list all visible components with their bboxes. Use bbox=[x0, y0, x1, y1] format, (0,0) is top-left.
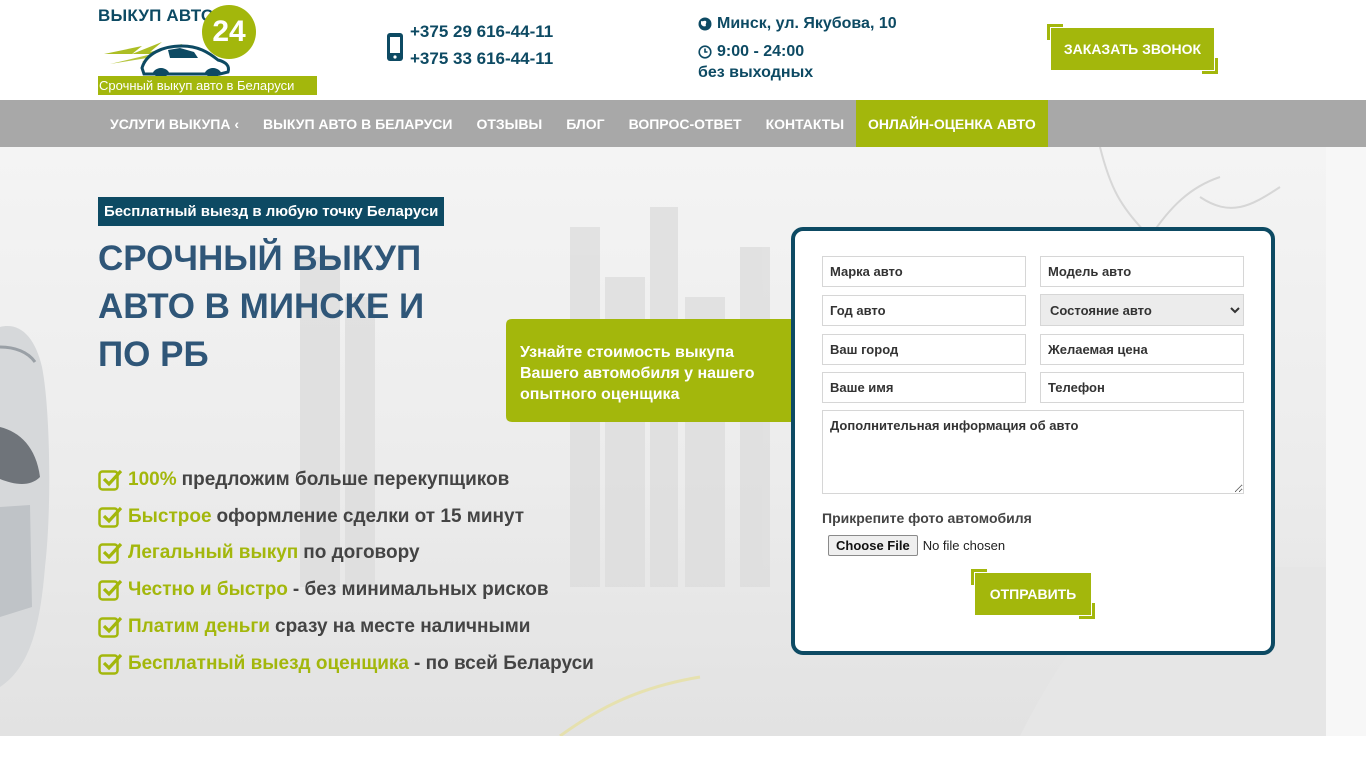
submit-corner-decoration bbox=[1079, 603, 1095, 619]
feature-text: по договору bbox=[303, 542, 420, 563]
car-logo-icon bbox=[104, 42, 230, 80]
city-input[interactable] bbox=[822, 334, 1026, 365]
callout-text: Узнайте стоимость выкупа Вашего автомоби… bbox=[520, 344, 755, 403]
car-model-input[interactable] bbox=[1040, 256, 1244, 287]
nav-item-blog[interactable]: БЛОГ bbox=[554, 100, 616, 147]
submit-button[interactable]: ОТПРАВИТЬ bbox=[975, 573, 1091, 615]
feature-item: Бесплатный выезд оценщика - по всей Бела… bbox=[98, 649, 594, 679]
address-row: Минск, ул. Якубова, 10 bbox=[698, 15, 897, 33]
nav-item-reviews[interactable]: ОТЗЫВЫ bbox=[464, 100, 554, 147]
nav-item-services[interactable]: УСЛУГИ ВЫКУПА ‹ bbox=[98, 100, 251, 147]
free-departure-badge: Бесплатный выезд в любую точку Беларуси bbox=[98, 197, 445, 226]
check-square-icon bbox=[98, 616, 123, 638]
car-year-input[interactable] bbox=[822, 295, 1026, 326]
check-square-icon bbox=[98, 579, 123, 601]
callback-corner-decoration bbox=[1202, 58, 1218, 74]
valuation-form: Состояние авто Прикрепите фото автомобил… bbox=[791, 227, 1275, 655]
site-logo[interactable]: ВЫКУП АВТО 24 Срочный выкуп авто в Белар… bbox=[98, 4, 318, 96]
name-input[interactable] bbox=[822, 372, 1026, 403]
car-brand-input[interactable] bbox=[822, 256, 1026, 287]
additional-info-textarea[interactable] bbox=[822, 410, 1244, 494]
hero-section: Бесплатный выезд в любую точку Беларуси … bbox=[0, 147, 1366, 736]
feature-highlight: Честно и быстро bbox=[128, 579, 288, 600]
clock-icon bbox=[698, 45, 712, 59]
days-text: без выходных bbox=[698, 64, 814, 81]
car-condition-select[interactable]: Состояние авто bbox=[1040, 294, 1244, 326]
feature-text: - по всей Беларуси bbox=[414, 653, 594, 674]
feature-highlight: Легальный выкуп bbox=[128, 542, 299, 563]
hours-text: 9:00 - 24:00 bbox=[717, 43, 805, 60]
file-status-text: No file chosen bbox=[922, 538, 1006, 553]
logo-title: ВЫКУП АВТО bbox=[98, 6, 215, 25]
hero-title: СРОЧНЫЙ ВЫКУП АВТО В МИНСКЕ И ПО РБ bbox=[98, 239, 425, 374]
globe-icon bbox=[698, 17, 712, 31]
address-text: Минск, ул. Якубова, 10 bbox=[717, 15, 897, 32]
check-square-icon bbox=[98, 542, 123, 564]
feature-item: 100% предложим больше перекупщиков bbox=[98, 465, 509, 495]
feature-text: оформление сделки от 15 минут bbox=[216, 506, 525, 527]
feature-highlight: Бесплатный выезд оценщика bbox=[128, 653, 409, 674]
check-square-icon bbox=[98, 506, 123, 528]
feature-highlight: Быстрое bbox=[128, 506, 212, 527]
nav-item-contacts[interactable]: КОНТАКТЫ bbox=[754, 100, 856, 147]
feature-highlight: Платим деньги bbox=[128, 616, 270, 637]
nav-list: УСЛУГИ ВЫКУПА ‹ ВЫКУП АВТО В БЕЛАРУСИ ОТ… bbox=[98, 100, 1048, 147]
check-square-icon bbox=[98, 653, 123, 675]
feature-item: Быстрое оформление сделки от 15 минут bbox=[98, 502, 524, 532]
phone-link-2[interactable]: +375 33 616-44-11 bbox=[410, 49, 553, 69]
choose-file-button[interactable]: Choose File bbox=[828, 535, 918, 556]
feature-item: Платим деньги сразу на месте наличными bbox=[98, 612, 530, 642]
phone-link-1[interactable]: +375 29 616-44-11 bbox=[410, 22, 553, 42]
desired-price-input[interactable] bbox=[1040, 334, 1244, 365]
callback-button[interactable]: ЗАКАЗАТЬ ЗВОНОК bbox=[1051, 28, 1214, 70]
hero-edge bbox=[1326, 147, 1366, 736]
feature-text: - без минимальных рисков bbox=[292, 579, 549, 600]
feature-text: предложим больше перекупщиков bbox=[181, 469, 510, 490]
check-square-icon bbox=[98, 469, 123, 491]
main-nav: УСЛУГИ ВЫКУПА ‹ ВЫКУП АВТО В БЕЛАРУСИ ОТ… bbox=[0, 100, 1366, 147]
feature-item: Легальный выкуп по договору bbox=[98, 538, 420, 568]
mobile-phone-icon bbox=[387, 33, 403, 61]
nav-item-online-valuation[interactable]: ОНЛАЙН-ОЦЕНКА АВТО bbox=[856, 100, 1048, 147]
feature-item: Честно и быстро - без минимальных рисков bbox=[98, 575, 549, 605]
hours-row: 9:00 - 24:00 bbox=[698, 43, 804, 61]
nav-item-faq[interactable]: ВОПРОС-ОТВЕТ bbox=[617, 100, 754, 147]
phone-input[interactable] bbox=[1040, 372, 1244, 403]
photo-upload-label: Прикрепите фото автомобиля bbox=[822, 510, 1032, 526]
valuation-callout: Узнайте стоимость выкупа Вашего автомоби… bbox=[506, 319, 816, 422]
nav-item-buyout-belarus[interactable]: ВЫКУП АВТО В БЕЛАРУСИ bbox=[251, 100, 464, 147]
feature-highlight: 100% bbox=[128, 469, 177, 490]
logo-tagline: Срочный выкуп авто в Беларуси bbox=[98, 76, 317, 95]
site-header: ВЫКУП АВТО 24 Срочный выкуп авто в Белар… bbox=[0, 0, 1366, 100]
file-upload: Choose File No file chosen bbox=[828, 535, 1005, 556]
feature-text: сразу на месте наличными bbox=[275, 616, 531, 637]
